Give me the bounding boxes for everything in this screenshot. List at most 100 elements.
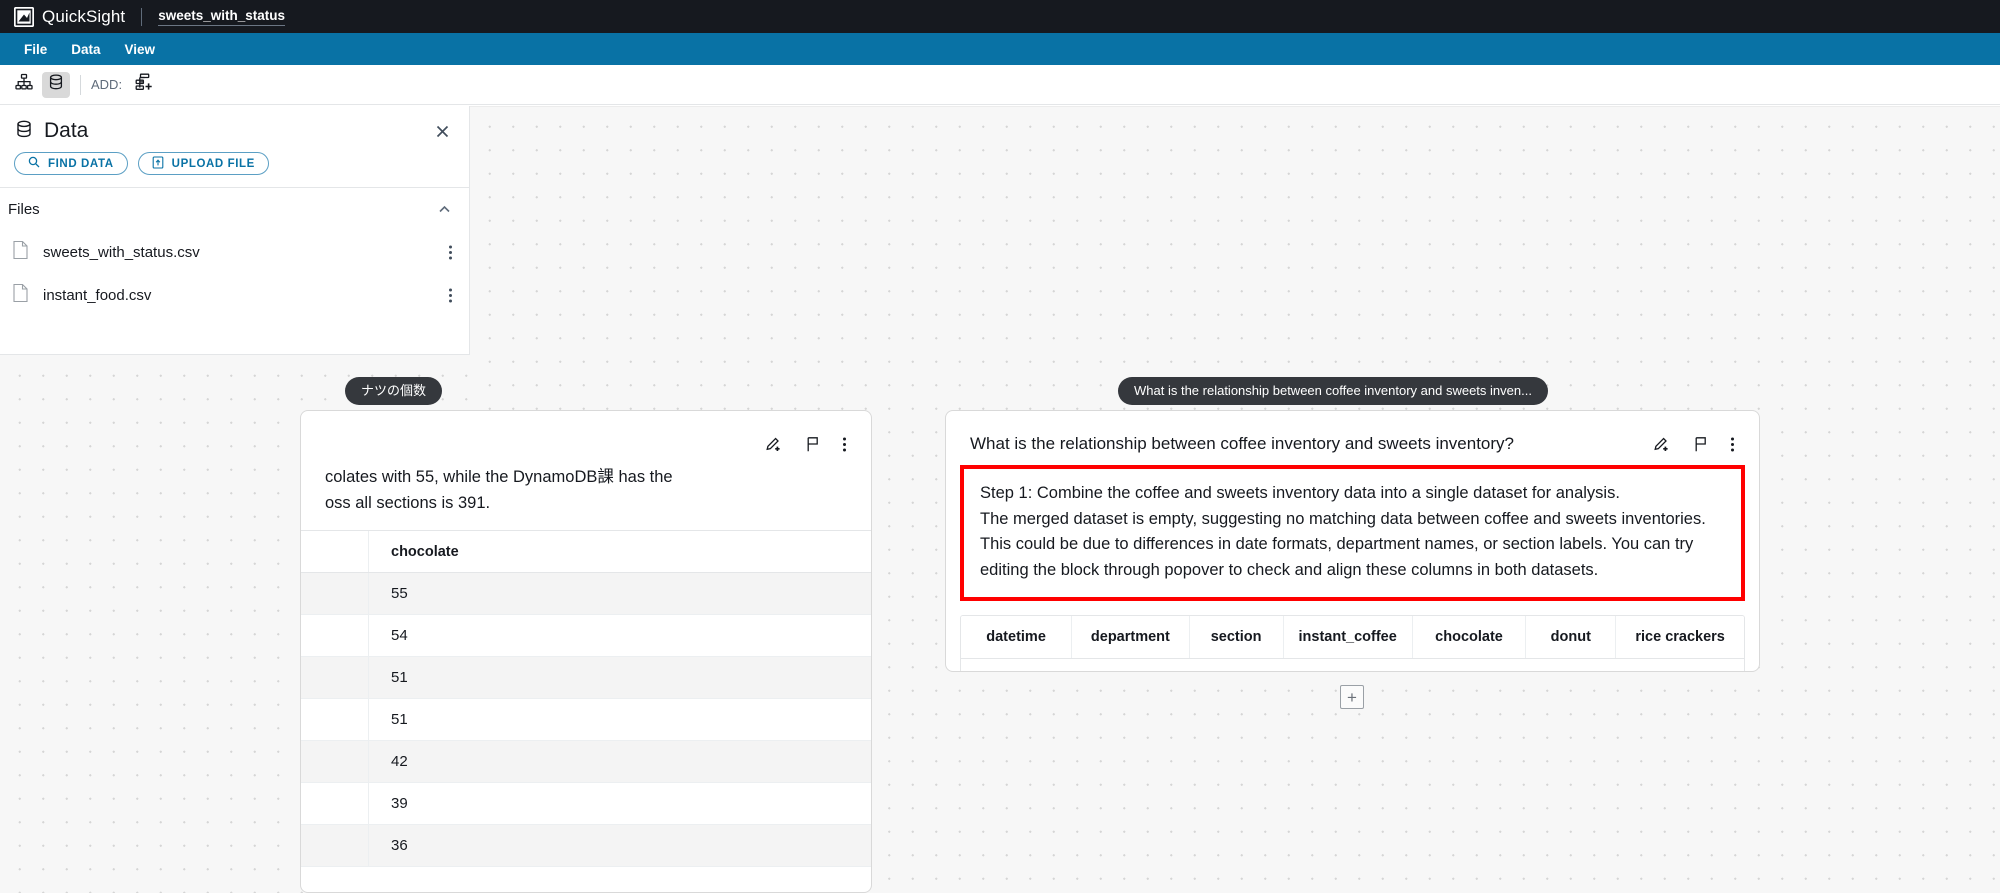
product-name: QuickSight [42,6,126,26]
add-block-button[interactable] [130,72,158,98]
data-panel-header: Data [0,106,469,148]
column-header-donut[interactable]: donut [1526,616,1617,659]
table-row[interactable]: 36 [301,825,871,868]
column-header-chocolate[interactable]: chocolate [1413,616,1527,659]
row-index-cell [301,825,369,867]
more-vertical-icon[interactable] [448,243,453,262]
column-header-datetime[interactable]: datetime [961,616,1073,659]
left-card-title-row [301,411,871,465]
top-bar: QuickSight sweets_with_status [0,0,2000,33]
data-panel-actions: FIND DATA UPLOAD FILE [0,148,469,187]
database-icon [14,119,34,144]
row-index-cell [301,783,369,825]
table-index-column [301,531,369,573]
flag-icon[interactable] [1691,435,1710,454]
table-row[interactable]: 39 [301,783,871,826]
left-card-table: chocolate 55 54 51 51 42 39 36 [301,530,871,868]
column-header-section[interactable]: section [1190,616,1284,659]
menu-item-data[interactable]: Data [59,38,112,61]
left-answer-card[interactable]: colates with 55, while the DynamoDB課 has… [300,410,872,893]
data-panel: Data FIND DATA UPLOAD FILE Files sweets_… [0,106,470,355]
add-block-icon [135,73,154,97]
table-row[interactable]: 55 [301,573,871,616]
column-header-rice-crackers[interactable]: rice crackers [1616,616,1744,658]
menu-item-view[interactable]: View [113,38,168,61]
more-vertical-icon[interactable] [1730,435,1735,454]
row-index-cell [301,741,369,783]
answer-line: This could be due to differences in date… [980,535,1694,554]
flag-icon[interactable] [803,435,822,454]
right-card-table: datetime department section instant_coff… [960,615,1745,671]
edit-icon[interactable] [764,435,783,454]
table-header-row: datetime department section instant_coff… [961,616,1744,660]
row-index-cell [301,615,369,657]
cell-chocolate: 51 [391,669,408,687]
toolbar-divider [80,74,81,95]
right-card-icons [1652,433,1735,454]
files-section-title: Files [8,201,40,218]
menu-bar: File Data View [0,33,2000,65]
data-view-button[interactable] [42,71,70,98]
find-data-label: FIND DATA [48,157,114,170]
upload-file-button[interactable]: UPLOAD FILE [137,152,269,175]
row-index-cell [301,699,369,741]
tool-strip: ADD: [0,65,2000,105]
right-card-title-row: What is the relationship between coffee … [946,411,1759,465]
row-index-cell [301,573,369,615]
chevron-up-icon[interactable] [436,201,453,218]
close-icon[interactable] [429,118,455,144]
right-card-pill-label[interactable]: What is the relationship between coffee … [1118,377,1548,405]
answer-line: editing the block through popover to che… [980,560,1599,579]
cell-chocolate: 42 [391,753,408,771]
find-data-button[interactable]: FIND DATA [14,152,128,175]
table-row[interactable]: 51 [301,657,871,700]
database-icon [47,73,65,96]
hierarchy-icon [15,73,33,96]
table-row[interactable]: 42 [301,741,871,784]
file-name: sweets_with_status.csv [43,244,200,261]
upload-file-icon [152,155,164,172]
left-card-question [325,433,748,455]
document-name[interactable]: sweets_with_status [158,8,286,26]
hierarchy-view-button[interactable] [10,72,38,98]
list-item[interactable]: sweets_with_status.csv [0,231,469,274]
quicksight-logo-icon [14,6,34,27]
answer-line: The merged dataset is empty, suggesting … [980,509,1706,528]
table-empty-body [961,659,1744,671]
search-icon [28,156,40,171]
data-panel-title: Data [44,119,89,142]
cell-chocolate: 51 [391,711,408,729]
column-header-department[interactable]: department [1072,616,1190,659]
left-card-text-line-2: oss all sections is 391. [325,493,491,512]
answer-line: Step 1: Combine the coffee and sweets in… [980,484,1620,503]
answer-highlight-block[interactable]: Step 1: Combine the coffee and sweets in… [960,465,1745,602]
cell-chocolate: 54 [391,627,408,645]
right-card-question: What is the relationship between coffee … [970,434,1514,453]
left-card-icons [764,433,847,454]
table-row[interactable]: 51 [301,699,871,742]
file-name: instant_food.csv [43,287,152,304]
column-header-instant-coffee[interactable]: instant_coffee [1284,616,1413,659]
edit-icon[interactable] [1652,435,1671,454]
upload-file-label: UPLOAD FILE [171,157,255,170]
row-index-cell [301,657,369,699]
right-answer-card[interactable]: What is the relationship between coffee … [945,410,1760,672]
topbar-divider [141,7,143,26]
cell-chocolate: 39 [391,795,408,813]
column-header-chocolate[interactable]: chocolate [369,544,459,560]
menu-item-file[interactable]: File [12,38,59,61]
files-section-header[interactable]: Files [0,188,469,231]
list-item[interactable]: instant_food.csv [0,274,469,317]
left-card-text-line-1: colates with 55, while the DynamoDB課 has… [325,468,673,487]
cell-chocolate: 55 [391,585,408,603]
more-vertical-icon[interactable] [842,435,847,454]
cell-chocolate: 36 [391,837,408,855]
add-label: ADD: [91,77,123,92]
file-icon [12,240,29,265]
left-card-pill-label[interactable]: ナツの個数 [345,377,443,405]
table-header-row: chocolate [301,531,871,574]
add-block-plus-button[interactable]: + [1340,685,1364,709]
file-icon [12,283,29,308]
table-row[interactable]: 54 [301,615,871,658]
more-vertical-icon[interactable] [448,286,453,305]
